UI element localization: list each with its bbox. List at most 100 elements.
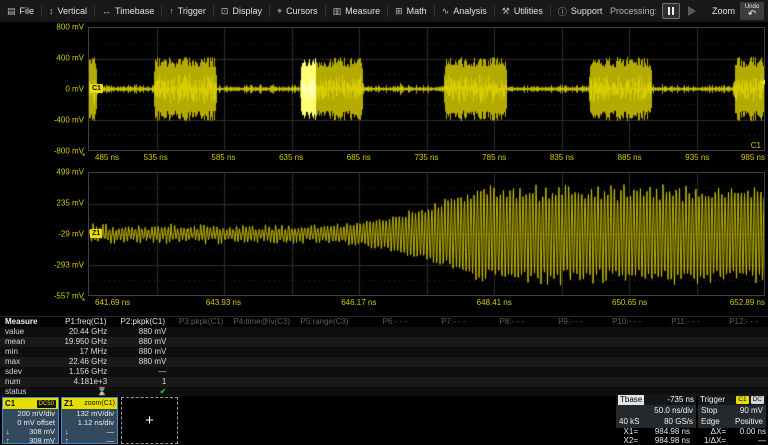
measure-value-cell: [236, 347, 295, 357]
display-icon: ⊡: [220, 5, 229, 16]
x2-value: 984.98 ns: [654, 435, 690, 445]
menu-item-label: Support: [570, 6, 603, 16]
menu-item-cursors[interactable]: ⌖ Cursors: [270, 0, 325, 22]
c1-descriptor-box[interactable]: C1 DC50 200 mV/div 0 mV offset ↓ 308 mV ↑…: [2, 397, 59, 445]
menu-item-utilities[interactable]: ⚒ Utilities: [495, 0, 550, 22]
menu-item-file[interactable]: ▤ File: [0, 0, 41, 22]
timebase-descriptor-box[interactable]: Tbase -735 ns 50.0 ns/div 40 kS 80 GS/s: [616, 394, 696, 428]
zoom-delay-marker: *: [82, 297, 86, 306]
measure-value-cell: [413, 327, 472, 337]
pause-icon: [667, 7, 670, 15]
c1-x-tick-label: 785 ns: [482, 153, 507, 162]
measure-row-label: mean: [5, 337, 26, 346]
measure-value-cell: 880 mV: [138, 327, 167, 336]
measure-value-cell: 4.181e+3: [73, 377, 108, 386]
c1-x-tick-label: 885 ns: [617, 153, 642, 162]
c1-x-tick-label: 835 ns: [549, 153, 574, 162]
math-icon: ⊞: [395, 5, 403, 16]
menu-item-math[interactable]: ⊞ Math: [388, 0, 434, 22]
undo-button[interactable]: Undo ↶: [740, 2, 764, 20]
menu-item-display[interactable]: ⊡ Display: [214, 0, 269, 22]
measure-value-cell: [709, 347, 768, 357]
c1-x-tick-label: 735 ns: [414, 153, 439, 162]
measure-col-header-p8[interactable]: P8:- - -: [476, 317, 534, 327]
measure-value-cell: 1: [161, 377, 167, 386]
menu-item-timebase[interactable]: ↔ Timebase: [95, 0, 161, 22]
measure-value-cell: [354, 367, 413, 377]
c1-x-tick-label: 535 ns: [143, 153, 168, 162]
measure-icon: ▥: [332, 5, 342, 16]
processing-play-button[interactable]: [687, 6, 696, 16]
c1-trace-canvas[interactable]: [89, 28, 764, 150]
measure-value-cell: 20.44 GHz: [68, 327, 108, 336]
oscilloscope-app: ▤ File ↕ Vertical ↔ Timebase ↑ Trigger ⊡ Display ⌖…: [0, 0, 768, 445]
c1-y-tick-label: 400 mV: [56, 53, 84, 63]
measure-value-cell: [709, 367, 768, 377]
measure-value-cell: [531, 367, 590, 377]
trigger-title: Trigger: [700, 395, 726, 404]
menu-item-trigger[interactable]: ↑ Trigger: [162, 0, 213, 22]
support-icon: ⓘ: [557, 6, 567, 17]
x2-label: X2=: [623, 435, 638, 445]
c1-x-axis-labels: * 485 ns 535 ns 585 ns 635 ns 685 ns 735 ns 78…: [82, 152, 765, 163]
measure-value-cell: [295, 357, 354, 367]
c1-y-tick-label: 800 mV: [56, 22, 84, 32]
measure-value-cell: [709, 377, 768, 387]
measure-col-header-p10[interactable]: P10:- - -: [593, 317, 651, 327]
menu-item-measure[interactable]: ▥ Measure: [326, 0, 388, 22]
menu-item-label: Utilities: [513, 6, 543, 16]
trigger-level-marker[interactable]: ◀: [760, 79, 765, 86]
measure-value-cell: [472, 327, 531, 337]
z1-x-tick-label: 650.65 ns: [612, 298, 648, 307]
c1-waveform-grid[interactable]: C1 ◀ C1: [88, 27, 765, 151]
measure-value-cell: [591, 367, 650, 377]
trigger-delay-marker: *: [82, 152, 86, 161]
measure-value-cell: [176, 377, 235, 387]
menu-item-label: Measure: [345, 6, 381, 16]
z1-zoom-grid[interactable]: Z1: [88, 172, 765, 296]
menu-item-vertical[interactable]: ↕ Vertical: [42, 0, 94, 22]
measure-col-header-p7[interactable]: P7:- - -: [417, 317, 476, 327]
measure-col-header-p6[interactable]: P6:- - -: [359, 317, 417, 327]
c1-x-tick-label: 485 ns: [95, 153, 120, 162]
measure-value-cell: [591, 327, 650, 337]
trigger-slope: Positive: [734, 417, 763, 426]
trigger-descriptor-box[interactable]: Trigger C1 DC Stop 90 mV Edge Positive: [698, 394, 766, 428]
z1-trace-canvas[interactable]: [89, 173, 764, 295]
analysis-icon: ∿: [441, 5, 450, 16]
measure-value-cell: [472, 337, 531, 347]
processing-pause-button[interactable]: [661, 3, 680, 19]
measure-value-cell: 22.46 GHz: [68, 357, 108, 366]
z1-descriptor-title: Z1: [64, 399, 74, 408]
z1-y-tick-label: -557 mV: [53, 291, 84, 301]
z1-y-tick-label: 499 mV: [56, 167, 84, 177]
up-arrow-icon: ↑: [6, 436, 10, 445]
measure-col-header-p11[interactable]: P11:- - -: [651, 317, 710, 327]
measure-value-cell: [354, 357, 413, 367]
add-trace-button[interactable]: +: [121, 397, 178, 444]
measure-col-header-p4[interactable]: P4:time@lv(C3): [233, 317, 300, 327]
measure-value-cell: [531, 347, 590, 357]
measure-value-cell: 880 mV: [138, 347, 167, 356]
measure-value-cell: [413, 377, 472, 387]
measure-col-header-p3[interactable]: P3:pkpk(C1): [175, 317, 233, 327]
measure-col-header-p5[interactable]: P5:range(C3): [300, 317, 359, 327]
measure-value-cell: [176, 337, 235, 347]
measure-value-cell: [295, 337, 354, 347]
file-icon: ▤: [7, 5, 16, 16]
up-arrow-icon: ↑: [65, 436, 69, 445]
menu-item-support[interactable]: ⓘ Support: [551, 0, 610, 22]
measure-col-header-p9[interactable]: P9:- - -: [534, 317, 593, 327]
measure-value-cell: [591, 377, 650, 387]
menu-item-analysis[interactable]: ∿ Analysis: [435, 0, 494, 22]
measure-col-header-p2[interactable]: P2:pkpk(C1): [116, 317, 175, 327]
measure-col-header-p1[interactable]: P1:freq(C1): [58, 317, 116, 327]
c1-channel-tag[interactable]: C1: [90, 84, 103, 93]
measure-col-header-p12[interactable]: P12:- - -: [710, 317, 768, 327]
c1-descriptor-title: C1: [5, 399, 16, 408]
c1-offset: 0 mV offset: [17, 418, 55, 427]
c1-vdiv: 200 mV/div: [17, 409, 55, 418]
measure-value-cell: 19.950 GHz: [64, 337, 108, 346]
z1-channel-tag[interactable]: Z1: [90, 229, 103, 238]
z1-descriptor-box[interactable]: Z1 zoom(C1) 132 mV/div 1.12 ns/div ↓ — ↑ —: [61, 397, 118, 445]
